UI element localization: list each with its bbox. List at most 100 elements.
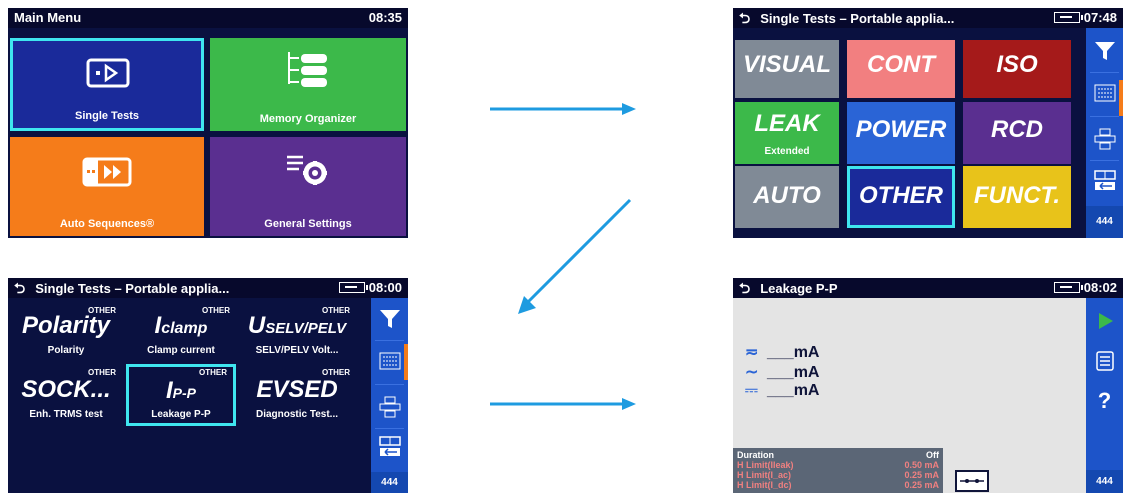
divider (375, 384, 404, 385)
more-button[interactable]: 444 (1086, 206, 1123, 238)
help-icon: ? (1097, 388, 1112, 413)
filter-button[interactable] (371, 302, 408, 338)
tile-general-settings[interactable]: General Settings (210, 137, 406, 236)
more-icon: 444 (1096, 216, 1113, 227)
tile-rcd[interactable]: RCD (963, 102, 1071, 164)
battery-charging-icon (338, 282, 368, 293)
battery-charging-icon (1053, 282, 1083, 293)
ac-icon: ∼ (745, 364, 759, 381)
screen-title: Single Tests – Portable applia... (35, 281, 230, 296)
divider (1090, 72, 1119, 73)
scroll-indicator (1119, 80, 1123, 116)
grid-view-button[interactable] (371, 346, 408, 380)
side-toolbar: 444 (371, 298, 408, 493)
other-tests-screen: ⮌ Single Tests – Portable applia... 08:00… (8, 278, 408, 493)
divider (375, 340, 404, 341)
tile-selv-pelv[interactable]: OTHER USELV/PELV SELV/PELV Volt... (238, 302, 356, 362)
scroll-indicator (404, 344, 408, 380)
ac-dc-icon: ≂ (745, 344, 759, 361)
leakage-screen: ⮌ Leakage P-P 08:02 ≂ ___mA ∼ ___mA ⎓ ___mA … (733, 278, 1123, 493)
single-tests-titlebar: ⮌ Single Tests – Portable applia... 07:48 (733, 8, 1123, 28)
grid-icon (1094, 84, 1115, 102)
tile-polarity[interactable]: OTHER Polarity Polarity (10, 302, 122, 362)
connection-diagram-icon (955, 470, 989, 492)
back-icon[interactable]: ⮌ (739, 278, 750, 298)
back-icon[interactable]: ⮌ (739, 8, 750, 28)
play-icon (1098, 313, 1113, 329)
list-icon (1095, 351, 1114, 371)
tile-label: Single Tests (75, 110, 139, 122)
move-button[interactable] (371, 390, 408, 426)
auto-sequences-icon (82, 157, 132, 187)
clock: 08:02 (1083, 280, 1117, 295)
filter-button[interactable] (1086, 34, 1123, 70)
reading-row: ∼ ___mA (745, 364, 820, 381)
list-button[interactable] (1086, 346, 1123, 376)
tile-auto-sequences[interactable]: Auto Sequences® (10, 137, 204, 236)
back-icon[interactable]: ⮌ (14, 278, 25, 298)
swap-button[interactable] (371, 432, 408, 468)
screen-title: Leakage P-P (760, 281, 838, 296)
general-settings-icon (287, 155, 327, 185)
tile-clamp[interactable]: OTHER Iclamp Clamp current (126, 302, 236, 362)
start-button[interactable] (1086, 306, 1123, 336)
battery-charging-icon (1053, 12, 1083, 23)
other-tests-titlebar: ⮌ Single Tests – Portable applia... 08:00 (8, 278, 408, 298)
clock: 08:00 (368, 280, 402, 295)
side-toolbar: ? 444 (1086, 298, 1123, 493)
move-button[interactable] (1086, 122, 1123, 158)
swap-button[interactable] (1086, 166, 1123, 202)
main-menu-screen: Main Menu 08:35 Single Tests Memory Orga… (8, 8, 408, 238)
tile-power[interactable]: POWER (847, 102, 955, 164)
reading-row: ≂ ___mA (745, 344, 820, 361)
category-tag: OTHER (199, 368, 227, 377)
side-toolbar: 444 (1086, 28, 1123, 238)
tile-sublabel: Extended (764, 146, 810, 157)
tile-leak[interactable]: LEAK Extended (735, 102, 839, 164)
more-icon: 444 (381, 477, 398, 488)
arrow-right-top (490, 103, 636, 115)
tile-visual[interactable]: VISUAL (735, 40, 839, 98)
filter-icon (379, 310, 400, 328)
tile-socket[interactable]: OTHER SOCK... Enh. TRMS test (10, 364, 122, 426)
divider (1090, 116, 1119, 117)
help-button[interactable]: ? (1086, 386, 1123, 416)
main-menu-titlebar: Main Menu 08:35 (8, 8, 408, 28)
memory-organizer-icon (288, 52, 327, 87)
single-tests-icon (86, 58, 130, 88)
filter-icon (1094, 42, 1115, 60)
arrow-right-bottom (490, 398, 636, 410)
tile-cont[interactable]: CONT (847, 40, 955, 98)
divider (375, 428, 404, 429)
more-button[interactable]: 444 (371, 472, 408, 493)
grid-icon (379, 352, 400, 370)
main-menu-title: Main Menu (14, 10, 82, 25)
tile-evsed[interactable]: OTHER EVSED Diagnostic Test... (238, 364, 356, 426)
move-icon (1094, 128, 1115, 150)
move-icon (379, 396, 400, 418)
tile-single-tests[interactable]: Single Tests (10, 38, 204, 131)
leakage-titlebar: ⮌ Leakage P-P 08:02 (733, 278, 1123, 298)
tile-leakage-pp[interactable]: OTHER IP-P Leakage P-P (126, 364, 236, 426)
swap-icon (378, 436, 401, 456)
more-button[interactable]: 444 (1086, 470, 1123, 493)
tile-label: Memory Organizer (259, 113, 357, 125)
tile-memory-organizer[interactable]: Memory Organizer (210, 38, 406, 131)
single-tests-screen: ⮌ Single Tests – Portable applia... 07:48… (733, 8, 1123, 238)
tile-label: General Settings (264, 218, 352, 230)
reading-row: ⎓ ___mA (745, 382, 820, 399)
clock: 08:35 (368, 10, 402, 25)
divider (1090, 160, 1119, 161)
more-icon: 444 (1096, 476, 1113, 487)
tile-funct[interactable]: FUNCT. (963, 166, 1071, 228)
arrow-diagonal (518, 198, 632, 314)
tile-iso[interactable]: ISO (963, 40, 1071, 98)
dc-icon: ⎓ (745, 382, 758, 399)
grid-view-button[interactable] (1086, 78, 1123, 112)
tile-other[interactable]: OTHER (847, 166, 955, 228)
tile-auto[interactable]: AUTO (735, 166, 839, 228)
tile-label: Auto Sequences® (59, 218, 155, 230)
parameters-panel[interactable]: Duration Off H Limit(Ileak) 0.50 mA H Li… (733, 448, 943, 493)
swap-icon (1093, 170, 1116, 190)
screen-title: Single Tests – Portable applia... (760, 11, 955, 26)
